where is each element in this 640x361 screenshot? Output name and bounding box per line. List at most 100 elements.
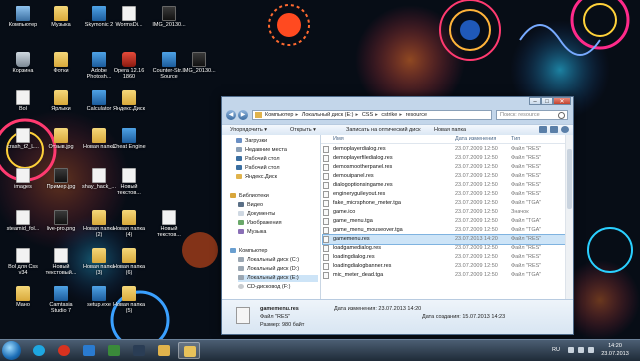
file-row[interactable]: engineryguileyout.res 23.07.2009 12:50 Фай…	[323, 190, 566, 199]
nav-desktop[interactable]: Рабочий стол	[236, 156, 280, 163]
desktop-shortcut[interactable]: Новый текстов...	[112, 168, 146, 196]
desktop-shortcut[interactable]: Новая папка	[82, 128, 116, 150]
desktop-shortcut[interactable]: Bol для Css v34	[6, 248, 40, 276]
desktop-shortcut[interactable]: live-pro.png	[44, 210, 78, 232]
desktop-shortcut[interactable]: Корзина	[6, 52, 40, 74]
nav-drive-e[interactable]: Локальный диск (E:)	[238, 275, 318, 282]
desktop-shortcut[interactable]: WormsDi...	[112, 6, 146, 28]
desktop-shortcut[interactable]: steamid_fol...	[6, 210, 40, 232]
search-input[interactable]: Поиск: resource	[496, 110, 568, 120]
minimize-button[interactable]: –	[529, 97, 541, 105]
taskbar-app[interactable]	[78, 342, 100, 359]
forward-arrow-icon[interactable]: ▶	[238, 110, 248, 120]
nav-cd-drive[interactable]: CD-дисковод (F:)	[238, 284, 290, 291]
clock-time[interactable]: 14:20	[598, 343, 632, 349]
desktop-shortcut[interactable]: Новый текстовый...	[44, 248, 78, 276]
desktop-shortcut[interactable]: Яндекс.Диск	[112, 90, 146, 112]
breadcrumb-cstrike[interactable]: cstrike	[381, 112, 397, 118]
help-icon[interactable]	[561, 126, 569, 133]
network-icon[interactable]	[568, 347, 574, 353]
taskbar-app[interactable]	[153, 342, 175, 359]
desktop-shortcut[interactable]: IMG_20130...	[152, 6, 186, 28]
clock-date[interactable]: 23.07.2013	[598, 351, 632, 357]
desktop-shortcut[interactable]: Camtasia Studio 7	[44, 286, 78, 314]
desktop-shortcut[interactable]: Новая папка (6)	[112, 248, 146, 276]
file-row[interactable]: game_menu.tga 23.07.2009 12:50 Файл "TGA"	[323, 217, 566, 226]
column-date[interactable]: Дата изменения	[455, 135, 496, 143]
scrollbar-thumb[interactable]	[567, 149, 572, 209]
column-type[interactable]: Тип	[511, 135, 520, 143]
breadcrumb-css[interactable]: CSS	[362, 112, 373, 118]
desktop-shortcut[interactable]: Пример.jpg	[44, 168, 78, 190]
file-row[interactable]: gamemenu.res 23.07.2013 14:20 Файл "RES"	[322, 234, 567, 245]
nav-drive-c[interactable]: Локальный диск (C:)	[238, 257, 299, 264]
desktop-shortcut[interactable]: Новая папка (3)	[82, 248, 116, 276]
nav-recent-places[interactable]: Недавние места	[236, 147, 287, 154]
breadcrumb-drive[interactable]: Локальный диск (E:)	[302, 112, 354, 118]
file-row[interactable]: demoplayerdialog.res 23.07.2009 12:50 Файл…	[323, 145, 566, 154]
file-row[interactable]: loadgamedialog.res 23.07.2009 12:50 Файл "…	[323, 244, 566, 253]
nav-computer[interactable]: Компьютер	[230, 248, 267, 255]
taskbar-app[interactable]	[178, 342, 200, 359]
file-row[interactable]: demouipanel.res 23.07.2009 12:50 Файл "RES…	[323, 172, 566, 181]
desktop-shortcut[interactable]: Calculator	[82, 90, 116, 112]
desktop-shortcut[interactable]: Counter-Str... Source	[152, 52, 186, 80]
desktop-shortcut[interactable]: Opera 12.16 1860	[112, 52, 146, 80]
vertical-scrollbar[interactable]	[565, 135, 573, 299]
desktop-shortcut[interactable]: Skymonic 2	[82, 6, 116, 28]
back-arrow-icon[interactable]: ◀	[226, 110, 236, 120]
taskbar-app[interactable]	[128, 342, 150, 359]
desktop-shortcut[interactable]: crash_t2_L...	[6, 128, 40, 150]
nav-libraries[interactable]: Библиотеки	[230, 193, 269, 200]
file-row[interactable]: mic_meter_dead.tga 23.07.2009 12:50 Файл "…	[323, 271, 566, 280]
maximize-button[interactable]: □	[541, 97, 553, 105]
file-row[interactable]: game.ico 23.07.2009 12:50 Значок	[323, 208, 566, 217]
file-row[interactable]: loadingdialog.res 23.07.2009 12:50 Файл "R…	[323, 253, 566, 262]
breadcrumb-computer[interactable]: Компьютер	[265, 112, 293, 118]
taskbar-app[interactable]	[28, 342, 50, 359]
nav-yandex-disk[interactable]: Яндекс.Диск	[236, 174, 277, 181]
view-options-icon[interactable]	[539, 126, 547, 133]
preview-pane-icon[interactable]	[550, 126, 558, 133]
desktop-shortcut[interactable]: Bol	[6, 90, 40, 112]
open-button[interactable]: Открыть ▾	[290, 125, 316, 135]
file-row[interactable]: demosmootherpanel.res 23.07.2009 12:50 Фай…	[323, 163, 566, 172]
file-row[interactable]: dialogoptionsingame.res 23.07.2009 12:50 Ф…	[323, 181, 566, 190]
file-row[interactable]: game_menu_mouseover.tga 23.07.2009 12:50 Ф…	[323, 226, 566, 235]
burn-button[interactable]: Записать на оптический диск	[346, 125, 420, 135]
desktop-shortcut[interactable]: Мано	[6, 286, 40, 308]
nav-drive-d[interactable]: Локальный диск (D:)	[238, 266, 299, 273]
desktop-shortcut[interactable]: IMG_20130...	[182, 52, 216, 74]
desktop-shortcut[interactable]: Фотки	[44, 52, 78, 74]
file-row[interactable]: demoplayerfiledialog.res 23.07.2009 12:50…	[323, 154, 566, 163]
nav-music[interactable]: Музыка	[238, 229, 266, 236]
column-name[interactable]: Имя	[333, 135, 344, 143]
address-bar[interactable]: Компьютер ▸ Локальный диск (E:) ▸ CSS ▸ cst…	[252, 110, 492, 120]
desktop-shortcut[interactable]: Музыка	[44, 6, 78, 28]
desktop-shortcut[interactable]: Новая папка (5)	[112, 286, 146, 314]
desktop-shortcut[interactable]: Отзыв.jpg	[44, 128, 78, 150]
start-button[interactable]	[2, 341, 21, 360]
desktop-shortcut[interactable]: shay_hack_...	[82, 168, 116, 190]
nav-desktop-2[interactable]: Рабочий стол	[236, 165, 280, 172]
taskbar-app[interactable]	[103, 342, 125, 359]
desktop-shortcut[interactable]: Adobe Photosh...	[82, 52, 116, 80]
desktop-shortcut[interactable]: Новая папка (4)	[112, 210, 146, 238]
desktop-shortcut[interactable]: setup.exe	[82, 286, 116, 308]
desktop-shortcut[interactable]: Ярлыки	[44, 90, 78, 112]
desktop-shortcut[interactable]: Новая папка (2)	[82, 210, 116, 238]
desktop-shortcut[interactable]: Cheat Engine	[112, 128, 146, 150]
taskbar-app[interactable]	[53, 342, 75, 359]
desktop-shortcut[interactable]: images	[6, 168, 40, 190]
window-titlebar[interactable]: – □ ✕	[222, 97, 573, 106]
breadcrumb-resource[interactable]: resource	[406, 112, 427, 118]
nav-downloads[interactable]: Загрузки	[236, 138, 267, 145]
desktop-shortcut[interactable]: Новый текстов...	[152, 210, 186, 238]
nav-pictures[interactable]: Изображения	[238, 220, 282, 227]
organize-button[interactable]: Упорядочить ▾	[230, 125, 267, 135]
volume-icon[interactable]	[578, 347, 584, 353]
desktop-shortcut[interactable]: Компьютер	[6, 6, 40, 28]
nav-documents[interactable]: Документы	[238, 211, 275, 218]
nav-video[interactable]: Видео	[238, 202, 263, 209]
flag-icon[interactable]	[588, 347, 594, 353]
